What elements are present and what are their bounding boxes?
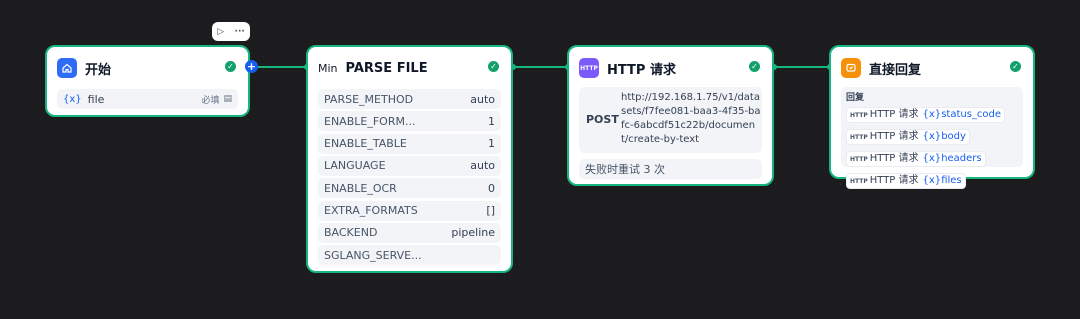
param-key: BACKEND [324, 226, 378, 240]
param-key: ENABLE_OCR [324, 181, 397, 195]
parse-node-header: Min PARSE FILE [318, 55, 501, 81]
reply-variable-ref[interactable]: HTTP HTTP 请求 {x}headers [846, 151, 986, 167]
param-key: ENABLE_TABLE [324, 137, 407, 151]
parse-param-row[interactable]: ENABLE_TABLE 1 [318, 133, 501, 154]
http-icon: HTTP [579, 58, 599, 78]
home-icon [57, 58, 77, 78]
http-method: POST [586, 113, 619, 126]
param-value: 1 [488, 137, 495, 151]
param-value: auto [470, 92, 495, 106]
http-title: HTTP 请求 [607, 62, 676, 78]
reply-title: 直接回复 [869, 62, 922, 78]
edge-http-reply [773, 66, 830, 68]
start-node[interactable]: 开始 ✓ {x} file 必填 ▤ [45, 45, 250, 117]
success-check-icon: ✓ [749, 61, 760, 72]
param-key: LANGUAGE [324, 159, 386, 173]
param-key: EXTRA_FORMATS [324, 204, 418, 217]
http-tag-icon: HTTP [850, 178, 868, 185]
parse-param-row[interactable]: LANGUAGE auto [318, 155, 501, 176]
variable-name: status_code [941, 109, 1002, 120]
variable-icon: {x} [922, 109, 942, 120]
reply-content-box[interactable]: 回复 HTTP HTTP 请求 {x}status_code HTTP HTTP 请求{… [841, 87, 1023, 189]
http-node-header: HTTP HTTP 请求 [579, 55, 762, 81]
param-key: SGLANG_SERVE... [324, 248, 422, 262]
variable-icon: {x} [922, 175, 942, 186]
param-value: [] [486, 204, 495, 217]
reply-variable-ref[interactable]: HTTP HTTP 请求 {x}files [846, 173, 966, 189]
file-icon: ▤ [223, 94, 232, 104]
parse-title: PARSE FILE [345, 60, 428, 76]
http-tag-icon: HTTP [850, 134, 868, 141]
variable-name: file [87, 92, 105, 106]
reply-variable-ref[interactable]: HTTP HTTP 请求 {x}body [846, 129, 970, 145]
reply-variable-ref[interactable]: HTTP HTTP 请求 {x}status_code [846, 107, 1006, 123]
play-icon[interactable]: ▷ [217, 27, 224, 37]
http-tag-icon: HTTP [850, 112, 868, 119]
variable-source: HTTP 请求 [869, 153, 919, 164]
parse-param-row[interactable]: ENABLE_FORM... 1 [318, 111, 501, 132]
param-key: ENABLE_FORM... [324, 114, 416, 128]
retry-info: 失败时重试 3 次 [579, 159, 762, 179]
param-value: 0 [488, 181, 495, 195]
param-value: pipeline [451, 226, 495, 240]
parse-param-row[interactable]: SGLANG_SERVE... [318, 245, 501, 266]
http-url: http://192.168.1.75/v1/data sets/f7fee08… [621, 92, 761, 145]
variable-name: body [941, 131, 966, 142]
start-node-header: 开始 [57, 55, 238, 81]
param-value: auto [470, 159, 495, 173]
variable-icon: {x} [63, 93, 82, 105]
variable-icon: {x} [922, 153, 942, 164]
success-check-icon: ✓ [1010, 61, 1021, 72]
parse-param-row[interactable]: BACKEND pipeline [318, 222, 501, 243]
add-node-button[interactable]: + [245, 60, 258, 73]
reply-node-header: 直接回复 [841, 55, 1023, 81]
direct-reply-node[interactable]: 直接回复 ✓ 回复 HTTP HTTP 请求 {x}status_code HTTP H… [829, 45, 1035, 189]
node-toolbar: ▷ ··· [212, 22, 250, 41]
plugin-prefix: Min [318, 61, 338, 75]
http-request-box[interactable]: POST http://192.168.1.75/v1/data sets/f7… [579, 87, 762, 153]
success-check-icon: ✓ [225, 61, 236, 72]
parse-param-row[interactable]: EXTRA_FORMATS [] [318, 200, 501, 221]
variable-source: HTTP 请求 [869, 131, 919, 142]
http-tag-icon: HTTP [850, 156, 868, 163]
param-value: 1 [488, 114, 495, 128]
start-title: 开始 [85, 62, 112, 78]
variable-name: headers [941, 153, 982, 164]
edge-parse-http [512, 66, 568, 68]
success-check-icon: ✓ [488, 61, 499, 72]
variable-source: HTTP 请求 [869, 109, 919, 120]
parse-param-row[interactable]: ENABLE_OCR 0 [318, 178, 501, 199]
required-label: 必填 [201, 95, 220, 106]
start-variable-row[interactable]: {x} file 必填 ▤ [57, 89, 238, 109]
variable-source: HTTP 请求 [869, 175, 919, 186]
parse-param-row[interactable]: PARSE_METHOD auto [318, 89, 501, 109]
http-request-node[interactable]: HTTP HTTP 请求 ✓ POST http://192.168.1.75/… [567, 45, 774, 186]
more-icon[interactable]: ··· [235, 27, 245, 37]
parse-file-node[interactable]: Min PARSE FILE ✓ PARSE_METHOD auto ENABLE_… [306, 45, 513, 273]
reply-icon [841, 58, 861, 78]
variable-icon: {x} [922, 131, 942, 142]
param-key: PARSE_METHOD [324, 92, 414, 106]
variable-name: files [941, 175, 962, 186]
